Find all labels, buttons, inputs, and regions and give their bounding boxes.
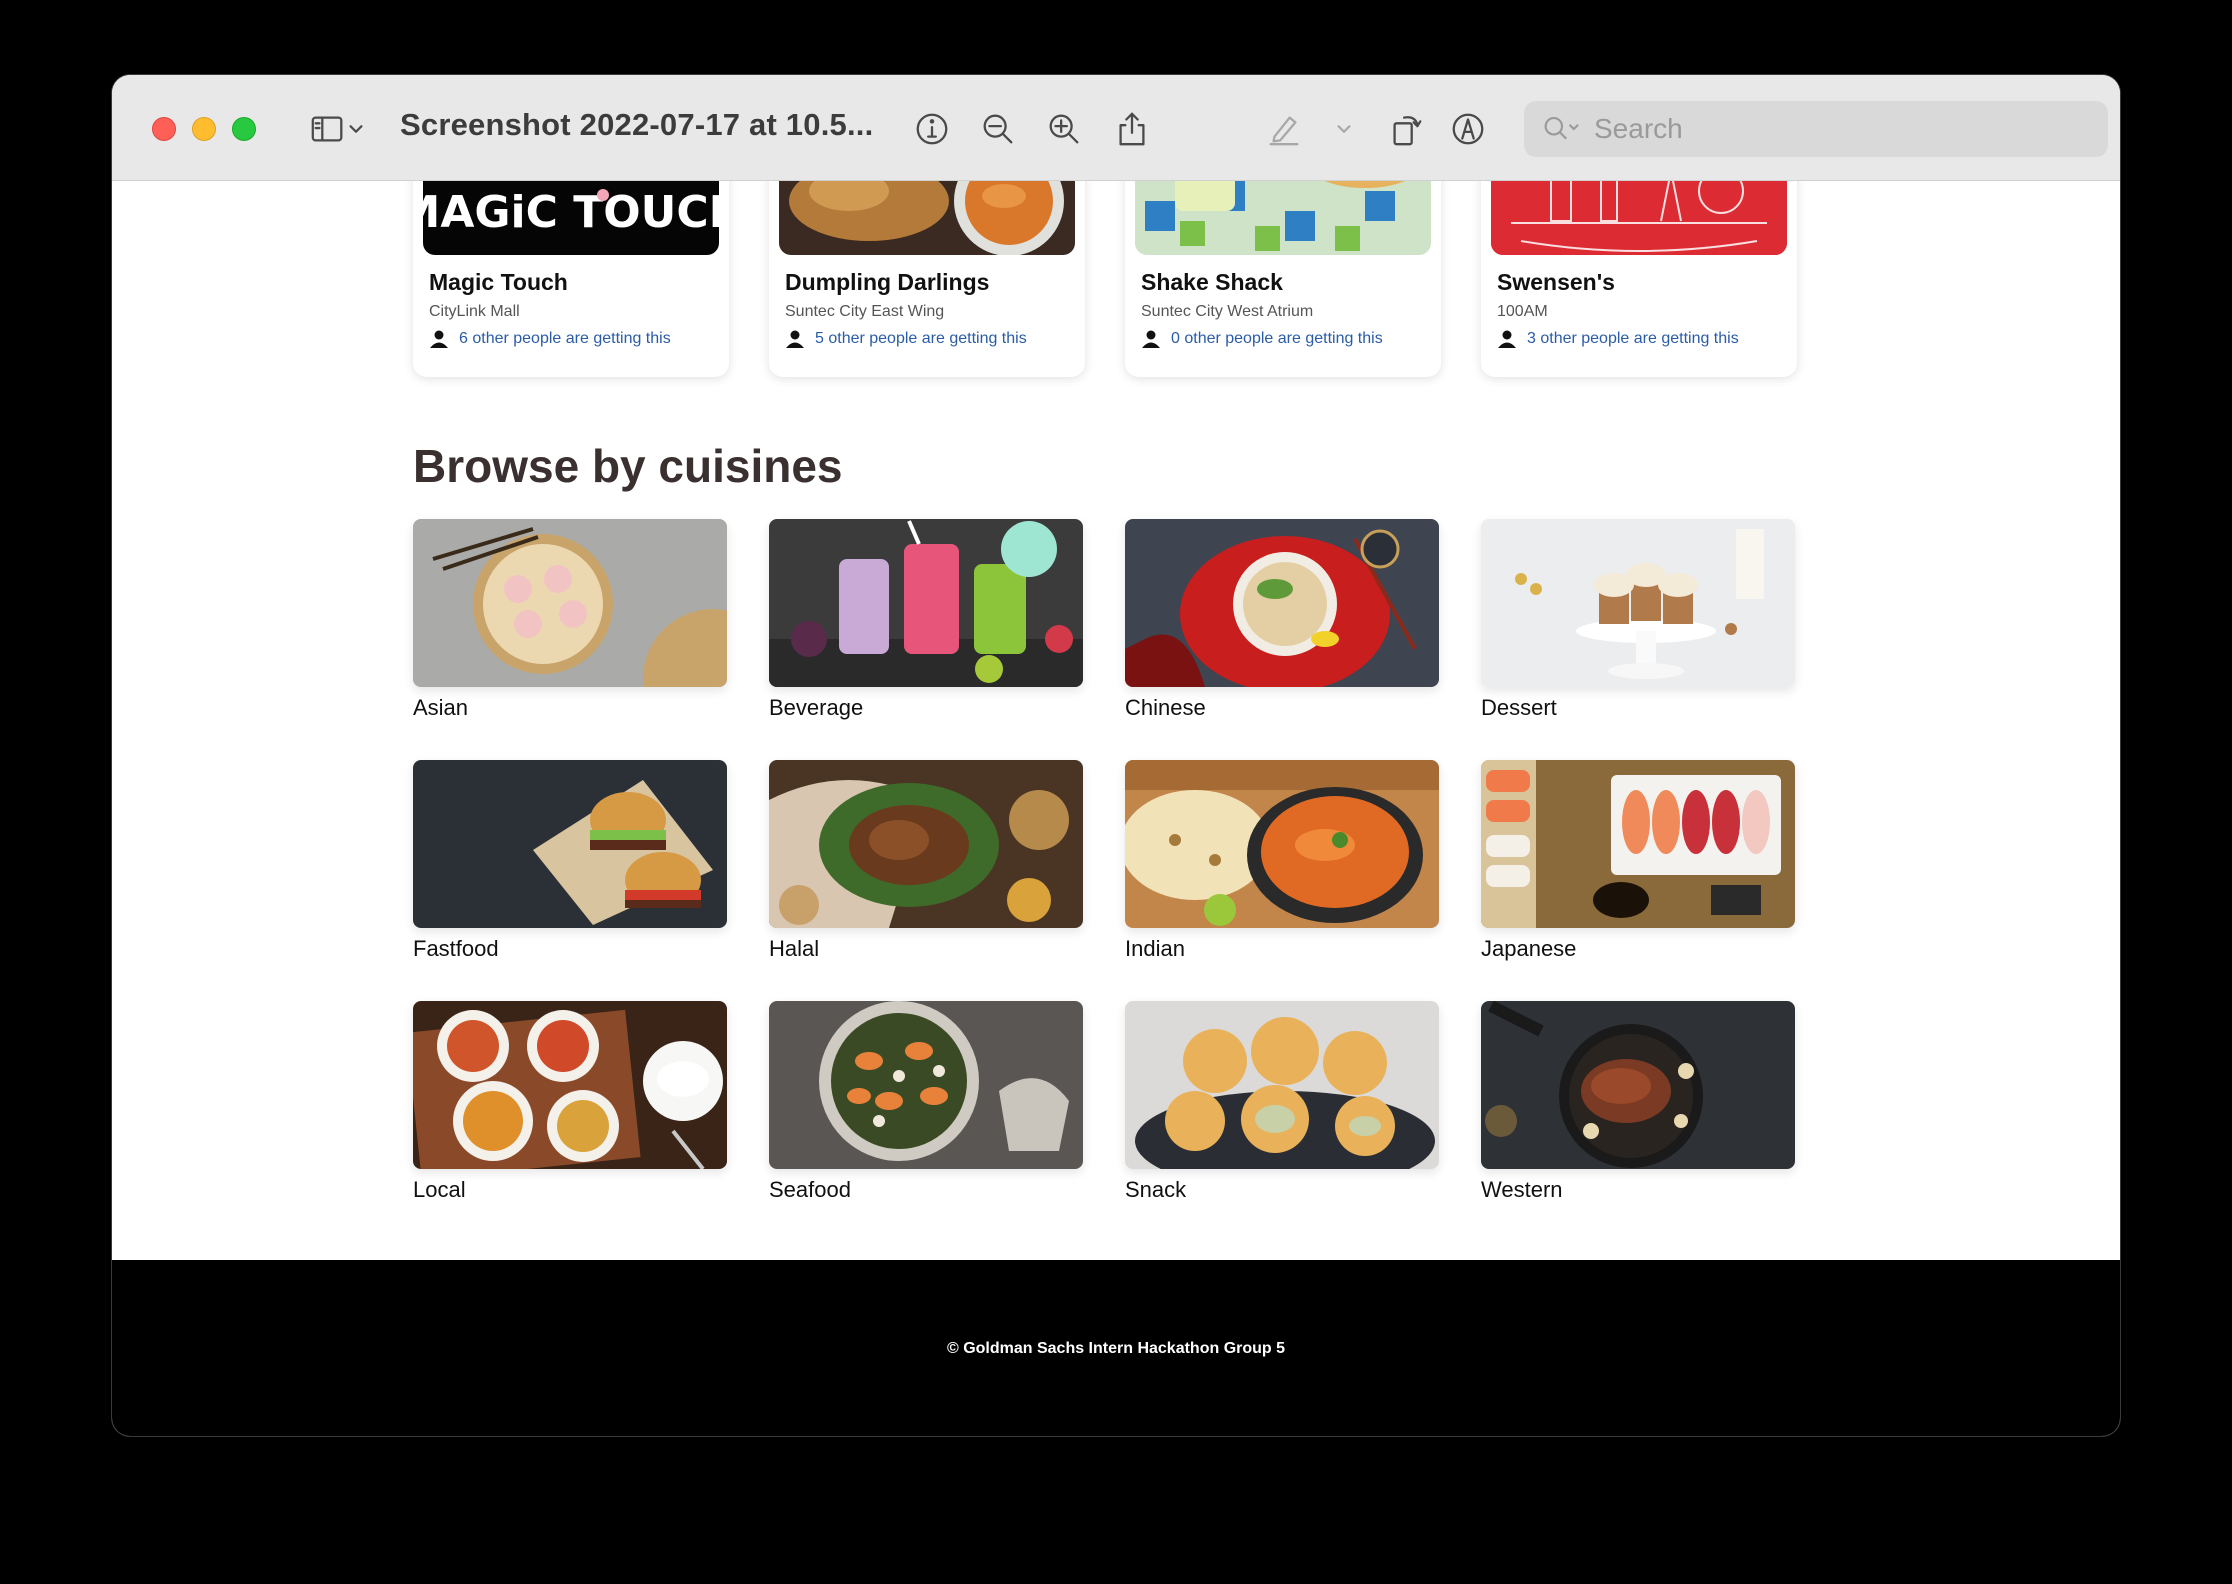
share-icon[interactable] [1108, 105, 1156, 153]
markup-pen-icon[interactable] [1260, 105, 1308, 153]
document-title: Screenshot 2022-07-17 at 10.5... [400, 107, 874, 142]
deal-image [1135, 181, 1431, 255]
close-window-button[interactable] [152, 117, 176, 141]
cuisine-label: Japanese [1481, 936, 1577, 961]
cuisine-card-snack[interactable]: Snack [1125, 1001, 1439, 1203]
deal-location: Suntec City West Atrium [1141, 303, 1314, 320]
cuisine-image [1481, 1001, 1795, 1169]
search-field[interactable] [1524, 101, 2108, 157]
cuisine-image [1125, 1001, 1439, 1169]
deal-people-text: 6 other people are getting this [459, 330, 671, 347]
info-icon[interactable] [908, 105, 956, 153]
deal-card[interactable]: Shake Shack Suntec City West Atrium 0 ot… [1125, 181, 1441, 377]
cuisine-card-local[interactable]: Local [413, 1001, 727, 1203]
cuisine-card-indian[interactable]: Indian [1125, 760, 1439, 962]
chevron-down-icon[interactable] [342, 105, 370, 153]
title-bar: Screenshot 2022-07-17 at 10.5... [112, 75, 2120, 181]
cuisine-label: Seafood [769, 1177, 851, 1202]
markup-circle-icon[interactable] [1444, 105, 1492, 153]
cuisine-label: Local [413, 1177, 466, 1202]
cuisine-card-japanese[interactable]: Japanese [1481, 760, 1795, 962]
deal-card[interactable]: MAGiC TOUCH Magic Touch CityLink Mall 6 … [413, 181, 729, 377]
deal-image: MAGiC TOUCH [423, 181, 719, 255]
deal-location: CityLink Mall [429, 303, 520, 320]
deal-people-count: 5 other people are getting this [785, 329, 1027, 349]
cuisine-image [1481, 519, 1795, 687]
zoom-out-icon[interactable] [974, 105, 1022, 153]
deal-location: Suntec City East Wing [785, 303, 945, 320]
cuisine-image [413, 519, 727, 687]
cuisine-image [1125, 760, 1439, 928]
deal-people-count: 3 other people are getting this [1497, 329, 1739, 349]
zoom-window-button[interactable] [232, 117, 256, 141]
footer: © Goldman Sachs Intern Hackathon Group 5 [112, 1260, 2120, 1436]
cuisine-card-western[interactable]: Western [1481, 1001, 1795, 1203]
cuisine-image [1481, 760, 1795, 928]
cuisine-card-dessert[interactable]: Dessert [1481, 519, 1795, 721]
deal-name: Swensen's [1497, 269, 1615, 295]
cuisine-image [413, 1001, 727, 1169]
deal-card[interactable]: Dumpling Darlings Suntec City East Wing … [769, 181, 1085, 377]
magic-touch-logo-text: MAGiC TOUCH [423, 187, 719, 238]
cuisine-label: Halal [769, 936, 820, 961]
cuisine-card-beverage[interactable]: Beverage [769, 519, 1083, 721]
cuisine-card-asian[interactable]: Asian [413, 519, 727, 721]
deal-people-text: 3 other people are getting this [1527, 330, 1739, 347]
deal-people-text: 5 other people are getting this [815, 330, 1027, 347]
deal-people-count: 6 other people are getting this [429, 329, 671, 349]
cuisine-card-halal[interactable]: Halal [769, 760, 1083, 962]
deal-image [779, 181, 1075, 255]
deal-people-count: 0 other people are getting this [1141, 329, 1383, 349]
cuisine-label: Dessert [1481, 695, 1557, 720]
cuisine-label: Chinese [1125, 695, 1206, 720]
deal-name: Dumpling Darlings [785, 269, 990, 295]
minimize-window-button[interactable] [192, 117, 216, 141]
zoom-in-icon[interactable] [1040, 105, 1088, 153]
deal-location: 100AM [1497, 303, 1548, 320]
preview-window: Screenshot 2022-07-17 at 10.5... Search … [112, 75, 2120, 1436]
cuisine-label: Fastfood [413, 936, 499, 961]
cuisine-card-fastfood[interactable]: Fastfood [413, 760, 727, 962]
cuisine-image [413, 760, 727, 928]
footer-copyright: © Goldman Sachs Intern Hackathon Group 5 [946, 1340, 1286, 1357]
deal-people-text: 0 other people are getting this [1171, 330, 1383, 347]
cuisine-label: Western [1481, 1177, 1563, 1202]
markup-chevron-down-icon[interactable] [1330, 105, 1358, 153]
person-icon [786, 330, 804, 348]
section-title: Browse by cuisines [413, 440, 843, 492]
search-input[interactable] [1594, 109, 2094, 149]
cuisine-card-seafood[interactable]: Seafood [769, 1001, 1083, 1203]
cuisine-label: Asian [413, 695, 469, 720]
cuisine-image [769, 760, 1083, 928]
person-icon [1142, 330, 1160, 348]
cuisine-image [769, 1001, 1083, 1169]
search-icon [1544, 117, 1579, 140]
deal-card[interactable]: Swensen's 100AM 3 other people are getti… [1481, 181, 1797, 377]
cuisine-image [1125, 519, 1439, 687]
deal-image [1491, 181, 1787, 255]
cuisine-label: Snack [1125, 1177, 1187, 1202]
person-icon [430, 330, 448, 348]
rotate-icon[interactable] [1382, 105, 1430, 153]
cuisine-card-chinese[interactable]: Chinese [1125, 519, 1439, 721]
page-content: MAGiC TOUCH Magic Touch CityLink Mall 6 … [112, 181, 2120, 1260]
cuisine-image [769, 519, 1083, 687]
deal-name: Magic Touch [429, 269, 568, 295]
cuisine-label: Beverage [769, 695, 864, 720]
cuisine-label: Indian [1125, 936, 1185, 961]
person-icon [1498, 330, 1516, 348]
deal-name: Shake Shack [1141, 269, 1283, 295]
